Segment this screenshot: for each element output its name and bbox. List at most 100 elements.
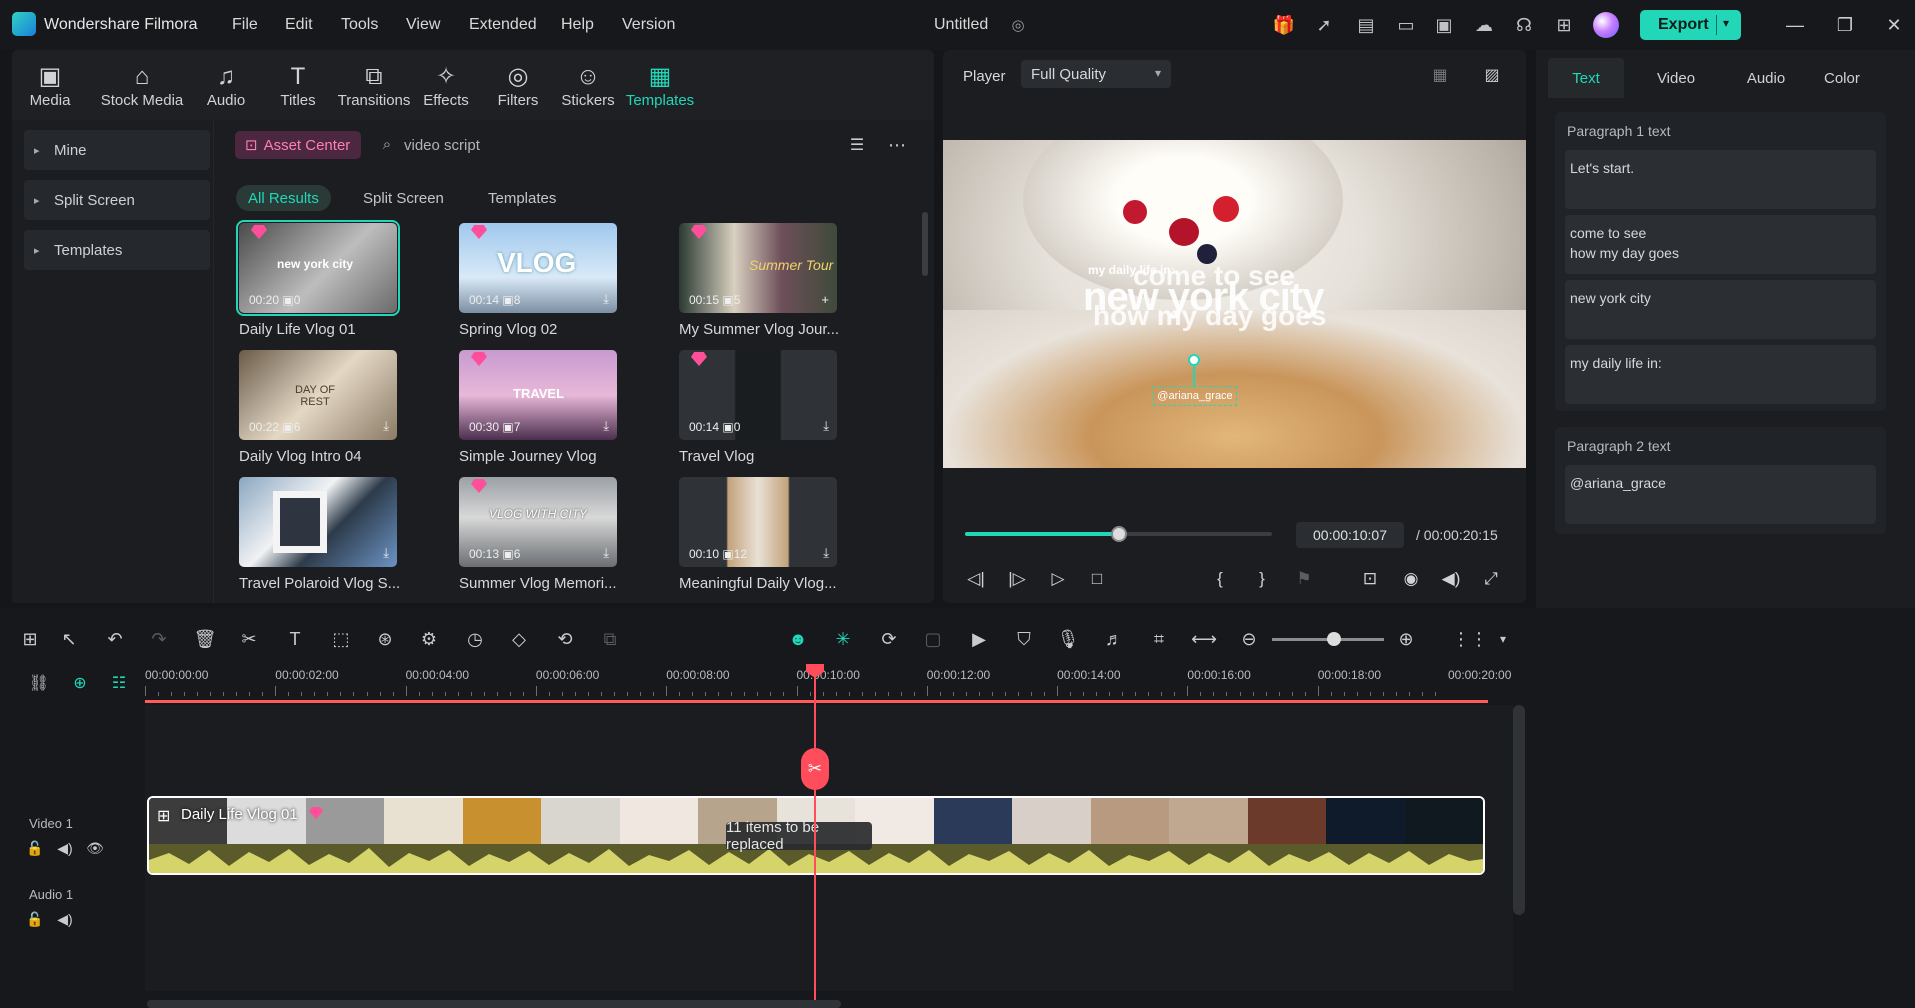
sidebar-item-mine[interactable]: Mine	[24, 130, 210, 170]
template-card[interactable]: TRAVEL 00:30 ▣7 ⤓ Simple Journey Vlog	[459, 350, 619, 465]
scissors-icon[interactable]: ✂	[801, 748, 829, 790]
paragraph-1-text-field[interactable]: my daily life in:	[1565, 345, 1876, 404]
export-button[interactable]: Export ▾	[1640, 10, 1741, 40]
layout-icon[interactable]: ⊞	[17, 626, 43, 652]
menu-help[interactable]: Help	[561, 16, 594, 34]
grid-view-icon[interactable]: ▦	[1428, 64, 1452, 86]
camera-icon[interactable]: ◉	[1397, 565, 1425, 593]
mark-in-icon[interactable]: {	[1206, 565, 1234, 593]
volume-icon[interactable]: ◀)	[1437, 565, 1465, 593]
menu-edit[interactable]: Edit	[285, 16, 313, 34]
download-icon[interactable]: ⤓	[603, 545, 609, 561]
tab-media[interactable]: ▣ Media	[12, 50, 88, 120]
download-icon[interactable]: ⤓	[383, 418, 389, 434]
video-preview[interactable]: my daily life in: new york city come to …	[943, 140, 1526, 468]
lock-icon[interactable]: 🔓	[26, 839, 44, 857]
mute-icon[interactable]: ◀)	[56, 839, 74, 857]
fit-icon[interactable]: ⟷	[1191, 626, 1217, 652]
playhead[interactable]	[814, 664, 816, 1008]
gift-icon[interactable]: 🎁	[1272, 13, 1296, 37]
paragraph-1-text-field[interactable]: Let's start.	[1565, 150, 1876, 209]
more-options-icon[interactable]: ⋯	[884, 134, 910, 156]
download-icon[interactable]: ⤓	[603, 291, 609, 307]
snapshot-image-icon[interactable]: ▨	[1480, 64, 1504, 86]
speed-icon[interactable]: ◷	[462, 626, 488, 652]
track-manager-icon[interactable]: ☷	[107, 672, 131, 694]
apps-grid-icon[interactable]: ⊞	[1552, 13, 1576, 37]
color-icon[interactable]: ⊛	[372, 626, 398, 652]
sidebar-item-templates[interactable]: Templates	[24, 230, 210, 270]
chevron-down-icon[interactable]: ▾	[1490, 626, 1516, 652]
menu-file[interactable]: File	[232, 16, 258, 34]
sidebar-item-split-screen[interactable]: Split Screen	[24, 180, 210, 220]
zoom-slider-handle[interactable]	[1326, 632, 1341, 646]
audio-stretch-icon[interactable]: ⟳	[876, 626, 902, 652]
save-icon[interactable]: ▣	[1432, 13, 1456, 37]
marker-icon[interactable]: ⚑	[1290, 565, 1318, 593]
paragraph-1-text-field[interactable]: come to see how my day goes	[1565, 215, 1876, 274]
tab-filters[interactable]: ◎ Filters	[480, 50, 556, 120]
template-card[interactable]: new york city 00:20 ▣0 Daily Life Vlog 0…	[236, 220, 400, 338]
split-icon[interactable]: ✂	[236, 626, 262, 652]
tab-stock-media[interactable]: ⌂ Stock Media	[94, 50, 190, 120]
lock-icon[interactable]: 🔓	[26, 910, 44, 928]
zoom-in-icon[interactable]: ⊕	[1393, 626, 1419, 652]
audio-mixer-icon[interactable]: ♬	[1101, 626, 1127, 652]
headset-icon[interactable]: ☊	[1512, 13, 1536, 37]
timeline-horizontal-scrollbar[interactable]	[147, 1000, 841, 1008]
download-icon[interactable]: ⤓	[383, 545, 389, 561]
export-dropdown-icon[interactable]: ▾	[1723, 16, 1729, 30]
mask-icon[interactable]: ⛉	[1011, 626, 1037, 652]
tab-text[interactable]: Text	[1548, 58, 1624, 98]
track-layout-icon[interactable]: ⋮⋮	[1452, 626, 1488, 652]
select-tool-icon[interactable]: ↖	[56, 626, 82, 652]
keyframe-icon[interactable]: ◇	[506, 626, 532, 652]
template-card[interactable]: VLOG WITH CITY 00:13 ▣6 ⤓ Summer Vlog Me…	[459, 477, 619, 592]
tab-video[interactable]: Video	[1636, 58, 1716, 98]
microphone-icon[interactable]: 🎙	[1055, 626, 1081, 652]
template-card[interactable]: 00:14 ▣0 ⤓ Travel Vlog	[679, 350, 839, 465]
send-icon[interactable]: ➚	[1312, 13, 1336, 37]
minimize-icon[interactable]: —	[1781, 12, 1809, 38]
filter-tab-split-screen[interactable]: Split Screen	[351, 185, 456, 211]
previous-frame-icon[interactable]: ◁|	[962, 565, 990, 593]
download-icon[interactable]: ⤓	[823, 418, 829, 434]
template-card[interactable]: Summer Tour 00:15 ▣5 + My Summer Vlog Jo…	[679, 223, 839, 338]
selected-text-box[interactable]: @ariana_grace	[1153, 386, 1237, 406]
ai-companion-icon[interactable]: ☻	[785, 626, 811, 652]
ai-tool-icon[interactable]: ⚙	[416, 626, 442, 652]
fullscreen-icon[interactable]: ⤢	[1477, 565, 1505, 593]
display-settings-icon[interactable]: ⊡	[1356, 565, 1384, 593]
visibility-icon[interactable]: 👁	[86, 839, 104, 857]
stop-icon[interactable]: □	[1083, 565, 1111, 593]
undo-icon[interactable]: ↶	[102, 626, 128, 652]
monitor-icon[interactable]: ▭	[1394, 13, 1418, 37]
filter-tab-templates[interactable]: Templates	[476, 185, 568, 211]
template-card[interactable]: 00:10 ▣12 ⤓ Meaningful Daily Vlog...	[679, 477, 839, 592]
next-frame-icon[interactable]: |▷	[1003, 565, 1031, 593]
menu-view[interactable]: View	[406, 16, 440, 34]
multicam-icon[interactable]: ⌗	[1146, 626, 1172, 652]
render-icon[interactable]: ▶	[966, 626, 992, 652]
delete-icon[interactable]: 🗑	[192, 626, 218, 652]
search-input[interactable]	[378, 133, 678, 157]
tab-color[interactable]: Color	[1814, 58, 1874, 98]
paragraph-2-text-field[interactable]: @ariana_grace	[1565, 465, 1876, 524]
menu-tools[interactable]: Tools	[341, 16, 378, 34]
tab-templates[interactable]: ▦ Templates	[612, 50, 708, 120]
avatar[interactable]	[1593, 12, 1619, 38]
snapshot-icon[interactable]: ▢	[920, 626, 946, 652]
translate-icon[interactable]: ⧉	[597, 626, 623, 652]
mute-icon[interactable]: ◀)	[56, 910, 74, 928]
link-icon[interactable]: ⛓	[28, 672, 50, 694]
template-card[interactable]: VLOG 00:14 ▣8 ⤓ Spring Vlog 02	[459, 223, 619, 338]
paragraph-1-text-field[interactable]: new york city	[1565, 280, 1876, 339]
tab-audio-props[interactable]: Audio	[1726, 58, 1806, 98]
asset-center-button[interactable]: ⊡ Asset Center	[235, 131, 361, 159]
crop-icon[interactable]: ⬚	[328, 626, 354, 652]
media-scrollbar[interactable]	[922, 212, 928, 276]
cloud-icon[interactable]: ☁	[1472, 13, 1496, 37]
zoom-out-icon[interactable]: ⊖	[1236, 626, 1262, 652]
tab-audio[interactable]: ♫ Audio	[188, 50, 264, 120]
close-icon[interactable]: ✕	[1880, 12, 1908, 38]
